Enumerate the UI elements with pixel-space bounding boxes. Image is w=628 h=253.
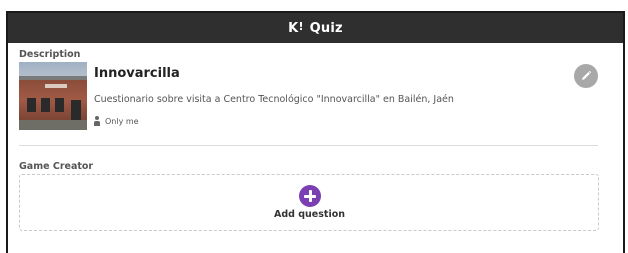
- header-title: Quiz: [309, 20, 343, 36]
- visibility-label: Only me: [105, 116, 139, 126]
- section-divider: [19, 145, 598, 146]
- game-creator-label: Game Creator: [19, 161, 94, 172]
- header-bar: K! Quiz: [8, 13, 623, 43]
- user-icon: [94, 116, 100, 126]
- visibility-indicator: Only me: [94, 116, 139, 126]
- description-section-label: Description: [19, 49, 81, 60]
- quiz-title: Innovarcilla: [94, 66, 180, 81]
- quiz-description: Cuestionario sobre visita a Centro Tecno…: [94, 94, 454, 105]
- quiz-cover-image[interactable]: [19, 62, 87, 130]
- pencil-icon: [582, 70, 592, 80]
- add-question-label[interactable]: Add question: [0, 209, 619, 220]
- edit-button[interactable]: [574, 64, 598, 88]
- kahoot-logo: K!: [288, 19, 304, 36]
- add-question-button[interactable]: [299, 185, 321, 207]
